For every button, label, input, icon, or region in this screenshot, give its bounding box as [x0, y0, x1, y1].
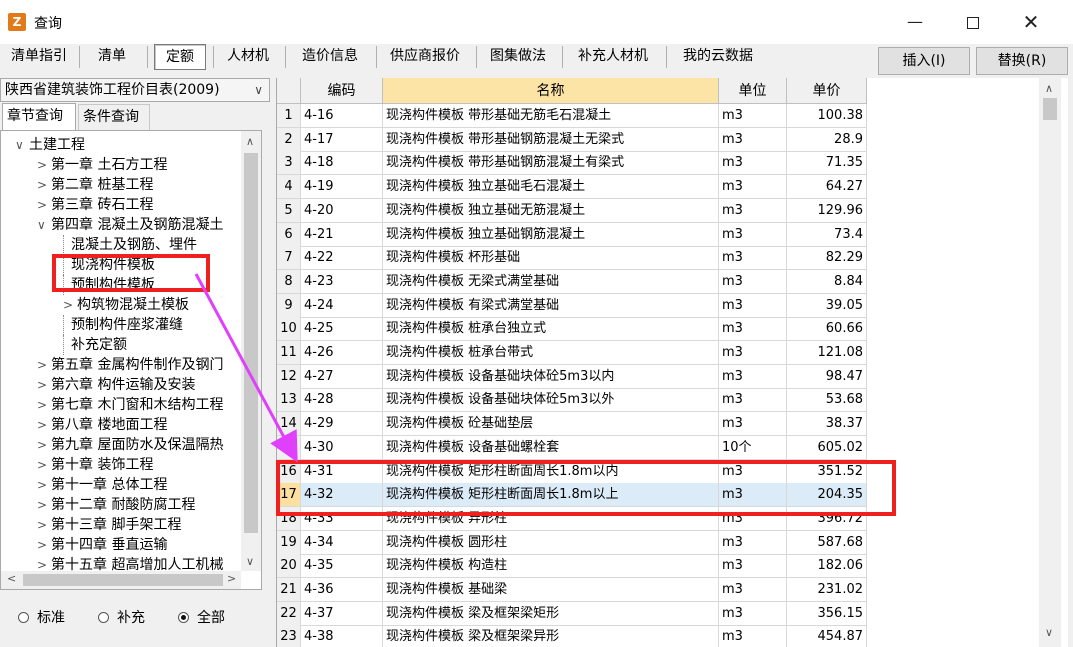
arrow-line — [194, 273, 298, 463]
query-window: Z 查询 — ✕ 清单指引 清单 定额 人材机 造价信息 供应商报价 图集做法 … — [0, 0, 1073, 647]
annotation-arrow — [194, 273, 298, 463]
